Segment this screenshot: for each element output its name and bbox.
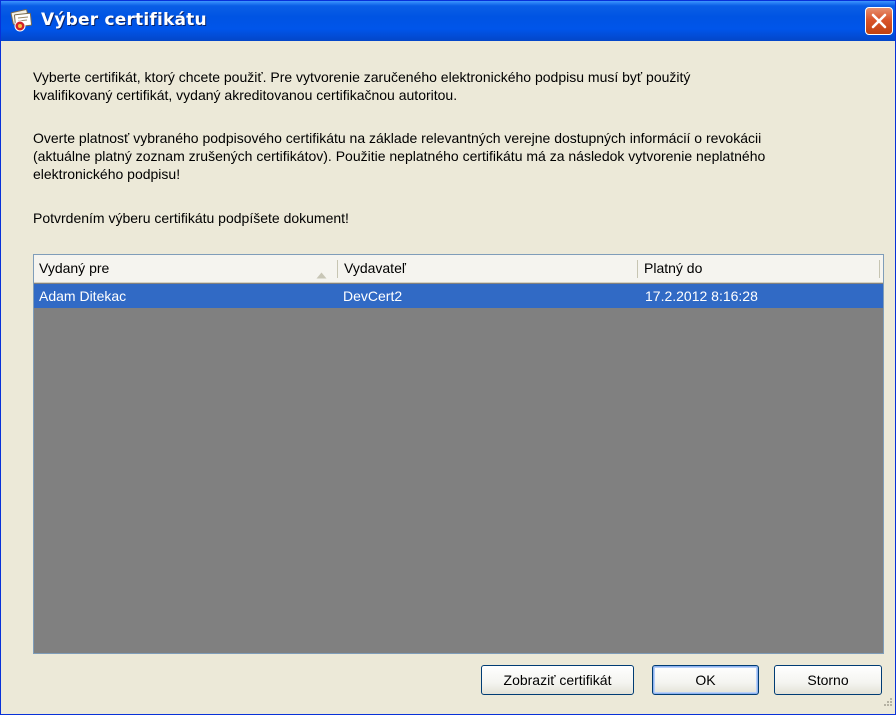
close-button[interactable] [865, 7, 893, 35]
view-certificate-button[interactable]: Zobraziť certifikát [481, 665, 634, 695]
table-row-selected[interactable]: Adam Ditekac DevCert2 17.2.2012 8:16:28 [34, 284, 883, 308]
description-p1-line2: kvalifikovaný certifikát, vydaný akredit… [33, 87, 458, 103]
description-p2-line3: elektronického podpisu! [33, 166, 181, 182]
sort-ascending-icon [316, 266, 327, 284]
description-p2-line1: Overte platnosť vybraného podpisového ce… [33, 130, 762, 146]
list-header: Vydaný pre Vydavateľ Platný do [34, 255, 883, 283]
cell-issuer: DevCert2 [343, 288, 403, 304]
column-divider[interactable] [879, 260, 880, 278]
certificate-list[interactable]: Vydaný pre Vydavateľ Platný do Adam Dite… [33, 254, 884, 654]
column-header-issued-to[interactable]: Vydaný pre [34, 255, 337, 282]
cell-issued-to: Adam Ditekac [39, 288, 127, 304]
window-title: Výber certifikátu [41, 10, 207, 30]
cell-valid-to: 17.2.2012 8:16:28 [645, 288, 758, 304]
close-icon [871, 13, 887, 29]
ok-button[interactable]: OK [652, 665, 759, 695]
column-divider[interactable] [337, 260, 338, 278]
column-header-label: Platný do [644, 260, 703, 276]
description-p2-line2: (aktuálne platný zoznam zrušených certif… [33, 148, 766, 164]
resize-grip-icon[interactable] [881, 694, 893, 712]
column-header-label: Vydaný pre [39, 260, 110, 276]
column-header-label: Vydavateľ [344, 260, 406, 276]
cancel-button[interactable]: Storno [774, 665, 882, 695]
certificate-app-icon [9, 9, 35, 33]
description-p1-line1: Vyberte certifikát, ktorý chcete použiť.… [33, 69, 691, 85]
confirmation-text: Potvrdením výberu certifikátu podpíšete … [33, 210, 349, 226]
column-divider[interactable] [637, 260, 638, 278]
column-header-issuer[interactable]: Vydavateľ [339, 255, 637, 282]
column-header-valid-to[interactable]: Platný do [639, 255, 879, 282]
certificate-dialog: Výber certifikátu Vyberte certifikát, kt… [0, 0, 896, 715]
title-bar[interactable]: Výber certifikátu [1, 1, 895, 41]
